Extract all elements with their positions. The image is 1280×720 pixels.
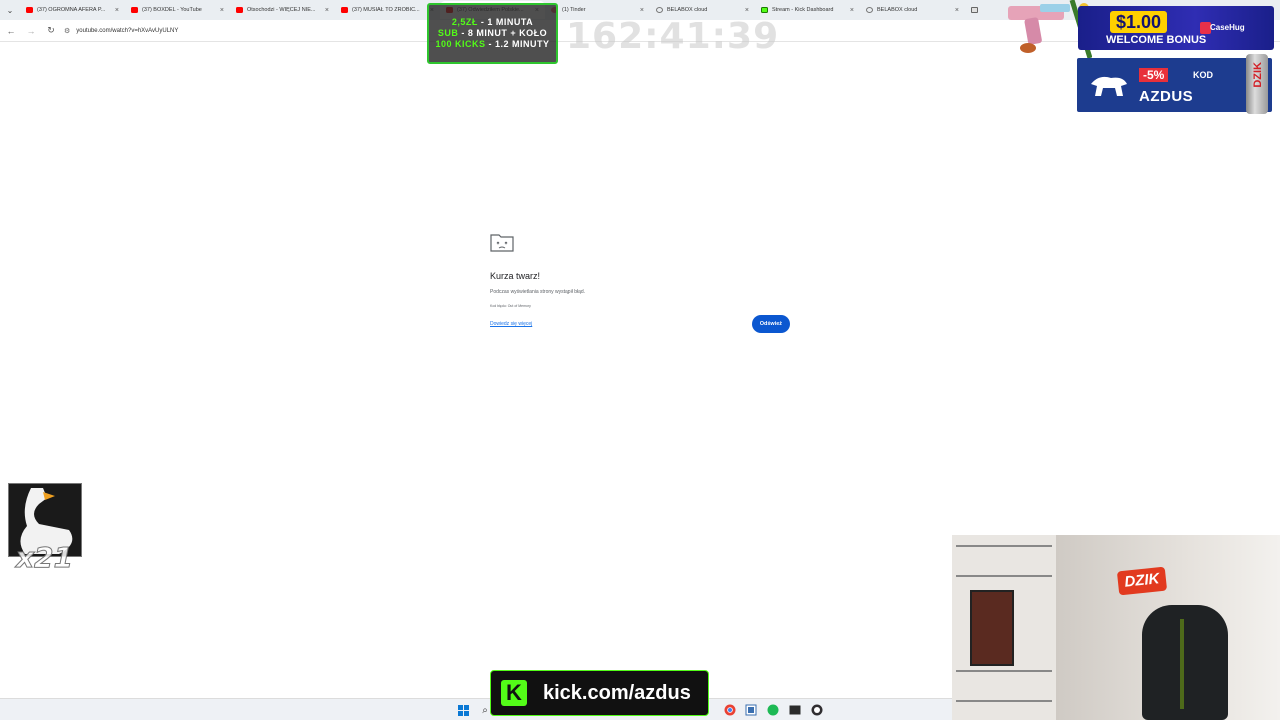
doc-icon <box>971 7 978 13</box>
ad-price: $1.00 <box>1110 11 1168 33</box>
tab-close-icon[interactable]: × <box>850 7 854 14</box>
learn-more-link[interactable]: Dowiedz się więcej <box>490 321 532 327</box>
browser-tab[interactable]: BELABOX cloud × <box>860 1 965 19</box>
youtube-icon <box>236 7 243 13</box>
site-info-icon[interactable]: ⚙ <box>64 27 70 35</box>
youtube-icon <box>26 7 33 13</box>
tab-title: BELABOX cloud <box>877 7 918 13</box>
youtube-icon <box>341 7 348 13</box>
ad-bonus-text: WELCOME BONUS <box>1106 34 1207 46</box>
browser-tab[interactable]: (37) OGROMNA AFERA P... × <box>20 1 125 19</box>
tab-close-icon[interactable]: × <box>115 7 119 14</box>
stream-screen: ⌄ (37) OGROMNA AFERA P... × (37) BOXDEL - … <box>0 0 1280 720</box>
kick-icon <box>761 7 768 13</box>
youtube-icon <box>131 7 138 13</box>
taskbar-app-icon[interactable] <box>723 703 737 717</box>
sub-goal-text: - 8 MINUT + KOŁO <box>458 28 548 38</box>
kick-url-text: kick.com/azdus <box>543 681 691 704</box>
sub-goals-panel: 2,5ZŁ - 1 MINUTA SUB - 8 MINUT + KOŁO 100 … <box>427 3 558 64</box>
shelf-line <box>956 700 1052 702</box>
discount-code: AZDUS <box>1139 88 1194 105</box>
forward-icon[interactable]: → <box>22 22 40 40</box>
shelf-line <box>956 545 1052 547</box>
spotify-icon <box>767 704 779 716</box>
discount-percent: -5% <box>1139 68 1169 82</box>
tab-close-icon[interactable]: × <box>640 7 644 14</box>
kick-logo-icon: K <box>501 680 527 706</box>
taskbar: ⌕ <box>0 698 952 720</box>
shelf-line <box>956 670 1052 672</box>
sub-goal-line: 100 KICKS - 1.2 MINUTY <box>435 39 549 50</box>
sub-goal-text: - 1.2 MINUTY <box>485 39 550 49</box>
reload-icon[interactable]: ↻ <box>42 22 60 40</box>
casino-ad: $1.00 WELCOME BONUS CaseHug <box>1078 6 1274 50</box>
tab-title: (37) BOXDEL - YouTube <box>142 7 202 13</box>
error-actions: Dowiedz się więcej Odśwież <box>490 315 790 333</box>
shelf-area <box>952 535 1056 720</box>
tab-close-icon[interactable]: × <box>325 7 329 14</box>
windows-logo-icon <box>457 704 469 716</box>
windows-start-icon[interactable] <box>456 703 470 717</box>
back-icon[interactable]: ← <box>2 22 20 40</box>
tab-close-icon[interactable]: × <box>745 7 749 14</box>
chair-stripe <box>1180 619 1184 709</box>
taskbar-app-icon[interactable] <box>766 703 780 717</box>
kick-url-banner: K kick.com/azdus <box>490 670 709 716</box>
tab-title: (37) OGROMNA AFERA P... <box>37 7 106 13</box>
multiplier-text: x21 <box>15 541 74 575</box>
sub-goal-line: SUB - 8 MINUT + KOŁO <box>438 28 547 39</box>
error-code: Kod błędu: Out of Memory <box>490 304 531 308</box>
window-app-icon <box>745 704 757 716</box>
sad-folder-icon <box>490 234 514 252</box>
error-page: Kurza twarz! Podczas wyświetlania strony… <box>490 232 790 333</box>
taskbar-app-icon[interactable] <box>744 703 758 717</box>
reload-button[interactable]: Odśwież <box>751 315 790 333</box>
sub-goal-highlight: SUB <box>437 28 459 38</box>
globe-icon <box>866 7 873 13</box>
bull-logo-icon <box>1091 76 1127 96</box>
tab-title: BELABOX cloud <box>667 7 708 13</box>
taskbar-app-icon[interactable] <box>788 703 802 717</box>
error-description: Podczas wyświetlania strony wystąpił błą… <box>490 289 586 295</box>
globe-icon <box>656 7 663 13</box>
tab-title: Otsochodzi - WIĘCEJ NIE... <box>247 7 316 13</box>
error-title: Kurza twarz! <box>490 271 541 281</box>
tab-title: (37) MUSIAŁ TO ZROBIĆ... <box>352 7 420 13</box>
sub-goal-highlight: 2,5ZŁ <box>451 17 478 27</box>
browser-tab[interactable]: (37) MUSIAŁ TO ZROBIĆ...× <box>335 1 440 19</box>
display-cabinet <box>970 590 1014 666</box>
gaming-chair <box>1142 605 1228 720</box>
tab-search-icon[interactable]: ⌄ <box>4 4 16 16</box>
discount-kod-label: KOD <box>1193 70 1213 80</box>
sub-goal-highlight: 100 KICKS <box>435 39 486 49</box>
tab-close-icon[interactable]: × <box>220 7 224 14</box>
tab-title: (1) Tinder <box>562 7 586 13</box>
can-label: DZIK <box>1252 62 1264 88</box>
ad-brand: CaseHug <box>1210 23 1245 32</box>
taskbar-app-icon[interactable] <box>810 703 824 717</box>
shelf-line <box>956 575 1052 577</box>
webcam-feed: DZIK <box>952 535 1280 720</box>
subathon-timer: 162:41:39 <box>566 16 780 57</box>
tab-title: Stream - Kick Dashboard <box>772 7 834 13</box>
sub-goal-text: - 1 MINUTA <box>477 17 534 27</box>
browser-tab[interactable]: Otsochodzi - WIĘCEJ NIE... × <box>230 1 335 19</box>
tab-close-icon[interactable]: × <box>955 7 959 14</box>
cam-logo: DZIK <box>1116 566 1168 596</box>
address-url: youtube.com/watch?v=hXvAvUyULNY <box>76 27 179 34</box>
browser-tab[interactable]: (37) BOXDEL - YouTube × <box>125 1 230 19</box>
terminal-icon <box>789 705 801 715</box>
obs-icon <box>811 704 823 716</box>
discount-code-ad: -5% KOD AZDUS DZIK <box>1077 54 1272 114</box>
chrome-icon <box>724 704 736 716</box>
sub-goal-line: 2,5ZŁ - 1 MINUTA <box>452 17 533 28</box>
